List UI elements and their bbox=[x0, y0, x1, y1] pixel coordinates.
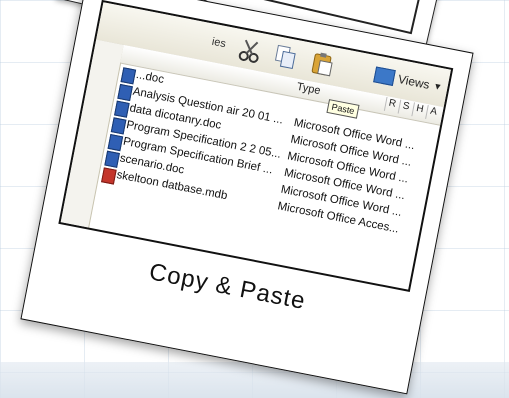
column-header-attr-a[interactable]: A bbox=[425, 105, 441, 122]
toolbar-partial-label: ies bbox=[210, 35, 227, 51]
views-icon bbox=[373, 66, 396, 86]
column-header-type[interactable]: Type bbox=[296, 81, 322, 97]
background-band bbox=[0, 362, 509, 398]
file-name: ...doc bbox=[135, 68, 165, 87]
cut-icon[interactable] bbox=[235, 35, 265, 65]
copy-icon[interactable] bbox=[270, 42, 300, 72]
front-polaroid: ies Views ▼ Type R S H A Paste ...doc An… bbox=[20, 0, 474, 395]
views-label: Views bbox=[396, 72, 431, 92]
chevron-down-icon: ▼ bbox=[432, 80, 444, 93]
paste-icon[interactable] bbox=[307, 49, 337, 79]
views-button[interactable]: Views ▼ bbox=[369, 63, 449, 99]
access-db-icon bbox=[101, 167, 117, 185]
screenshot-photo: ies Views ▼ Type R S H A Paste ...doc An… bbox=[58, 0, 454, 293]
